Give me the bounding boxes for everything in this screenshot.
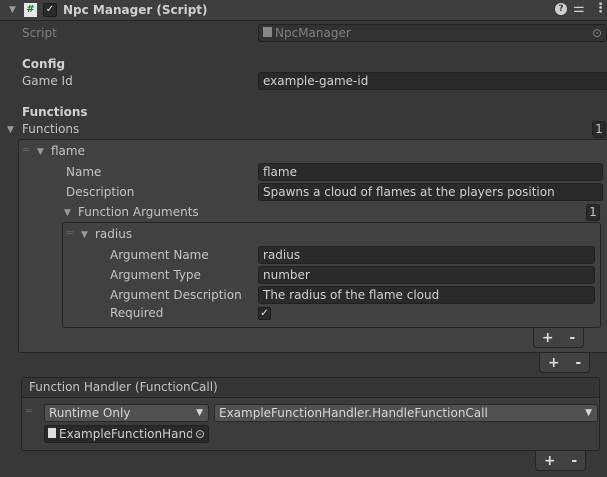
foldout-arrow-icon[interactable]: ▼	[64, 208, 71, 218]
function-arguments-foldout[interactable]: Function Arguments	[78, 203, 199, 221]
runtime-mode-dropdown[interactable]: Runtime Only ▼	[44, 404, 209, 422]
script-file-icon	[263, 27, 272, 37]
script-file-icon	[48, 428, 56, 438]
script-label: Script	[22, 26, 57, 40]
functions-header: Functions	[22, 105, 88, 119]
drag-handle-icon[interactable]: ═	[67, 228, 73, 239]
object-picker-icon[interactable]: ⊙	[192, 426, 208, 442]
help-icon[interactable]: ?	[555, 3, 567, 15]
foldout-arrow-icon[interactable]: ▼	[81, 230, 88, 240]
script-field: NpcManager ⊙	[258, 24, 607, 42]
add-function-button[interactable]: +	[548, 355, 560, 371]
foldout-arrow-icon[interactable]: ▼	[7, 125, 14, 135]
name-label: Name	[66, 165, 102, 179]
argument-type-input[interactable]: number	[258, 266, 595, 284]
foldout-arrow-icon[interactable]: ▼	[37, 147, 44, 157]
argument-type-label: Argument Type	[110, 268, 201, 282]
argument-item-title[interactable]: radius	[95, 225, 132, 243]
arguments-add-remove: + -	[533, 328, 584, 348]
chevron-down-icon: ▼	[585, 408, 592, 418]
handler-add-remove: + -	[535, 451, 586, 471]
method-dropdown[interactable]: ExampleFunctionHandler.HandleFunctionCal…	[214, 404, 598, 422]
argument-description-label: Argument Description	[110, 288, 242, 302]
function-handler-title: Function Handler (FunctionCall)	[22, 378, 599, 398]
function-item-title[interactable]: flame	[51, 142, 85, 160]
remove-handler-button[interactable]: -	[571, 453, 577, 469]
config-header: Config	[22, 57, 66, 71]
chevron-down-icon: ▼	[196, 408, 203, 418]
foldout-arrow-icon[interactable]: ▼	[9, 5, 16, 15]
more-options-icon[interactable]: ⋮	[594, 1, 607, 16]
component-header: ▼ # ✓ Npc Manager (Script) ? ⚌ ⋮	[0, 0, 607, 21]
add-handler-button[interactable]: +	[544, 453, 556, 469]
required-label: Required	[110, 306, 164, 320]
runtime-mode-value: Runtime Only	[49, 406, 131, 420]
required-checkbox[interactable]: ✓	[258, 307, 271, 320]
game-id-label: Game Id	[22, 74, 73, 88]
handler-object-field[interactable]: ExampleFunctionHandl ⊙	[44, 425, 209, 443]
functions-foldout[interactable]: Functions	[22, 120, 79, 138]
description-input[interactable]: Spawns a cloud of flames at the players …	[258, 183, 603, 201]
remove-argument-button[interactable]: -	[569, 330, 575, 346]
argument-description-input[interactable]: The radius of the flame cloud	[258, 286, 595, 304]
functions-add-remove: + -	[539, 353, 590, 373]
argument-name-input[interactable]: radius	[258, 246, 595, 264]
script-icon: #	[24, 3, 37, 17]
description-label: Description	[66, 185, 135, 199]
add-argument-button[interactable]: +	[542, 330, 554, 346]
presets-icon[interactable]: ⚌	[573, 1, 585, 16]
functions-count[interactable]: 1	[592, 121, 606, 138]
script-value: NpcManager	[275, 26, 351, 40]
arguments-count[interactable]: 1	[586, 204, 600, 221]
object-picker-icon[interactable]: ⊙	[592, 25, 602, 41]
remove-function-button[interactable]: -	[575, 355, 581, 371]
name-input[interactable]: flame	[258, 163, 603, 181]
drag-handle-icon[interactable]: ═	[23, 145, 29, 156]
component-title: Npc Manager (Script)	[63, 3, 208, 17]
argument-name-label: Argument Name	[110, 248, 209, 262]
enabled-checkbox[interactable]: ✓	[43, 3, 57, 17]
method-value: ExampleFunctionHandler.HandleFunctionCal…	[219, 406, 488, 420]
drag-handle-icon[interactable]: ═	[26, 406, 32, 417]
game-id-input[interactable]: example-game-id	[258, 72, 607, 90]
handler-object-value: ExampleFunctionHandl	[59, 427, 198, 441]
